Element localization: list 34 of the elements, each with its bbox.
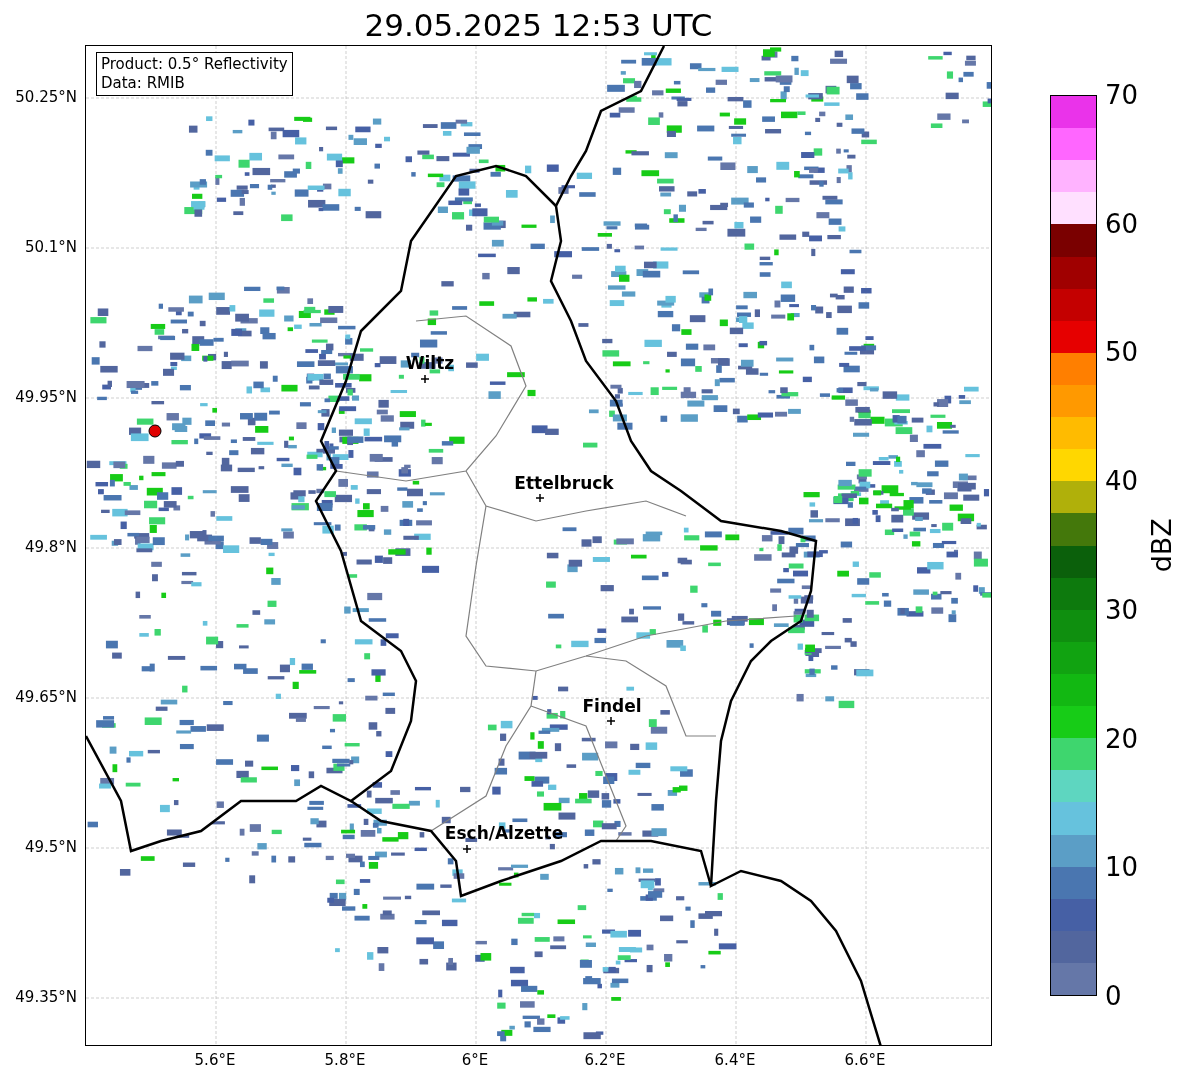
longitude-tick-label: 6°E	[461, 1051, 489, 1069]
colorbar-tick-label: 70	[1105, 80, 1139, 110]
info-text: Data: RMIB	[101, 74, 186, 93]
colorbar-tick-label: 20	[1105, 723, 1139, 754]
colorbar-tick-label: 40	[1105, 466, 1139, 497]
latitude-tick-label: 49.5°N	[24, 838, 77, 856]
longitude-tick-label: 5.8°E	[324, 1051, 366, 1069]
city-label: Ettelbruck	[514, 473, 614, 493]
city-marker-icon	[462, 844, 472, 854]
city-marker-icon	[420, 374, 430, 384]
chart-title: 29.05.2025 12:53 UTC	[364, 6, 713, 45]
latitude-tick-label: 49.35°N	[15, 988, 77, 1006]
latitude-tick-label: 49.8°N	[24, 538, 77, 556]
longitude-tick-label: 6.2°E	[584, 1051, 626, 1069]
colorbar-tick-label: 60	[1105, 208, 1139, 239]
city-marker-icon	[606, 716, 616, 726]
latitude-tick-label: 50.25°N	[15, 88, 77, 106]
info-text: Product: 0.5° Reflectivity	[101, 55, 288, 74]
latitude-tick-label: 49.95°N	[15, 388, 77, 406]
latitude-tick-label: 49.65°N	[15, 688, 77, 706]
city-label: Findel	[582, 696, 642, 716]
latitude-tick-label: 50.1°N	[24, 238, 77, 256]
longitude-tick-label: 6.6°E	[844, 1051, 886, 1069]
colorbar-tick-label: 10	[1105, 852, 1139, 883]
city-label: Esch/Alzette	[444, 823, 564, 843]
city-label: Wiltz	[405, 353, 455, 373]
city-marker-icon	[535, 493, 545, 503]
longitude-tick-label: 5.6°E	[194, 1051, 236, 1069]
radar-site-marker	[148, 424, 162, 438]
colorbar-label: dBZ	[1144, 518, 1178, 573]
longitude-tick-label: 6.4°E	[714, 1051, 756, 1069]
colorbar-tick-label: 50	[1105, 337, 1139, 368]
colorbar-tick-label: 0	[1105, 981, 1122, 1011]
colorbar-tick-label: 30	[1105, 594, 1139, 625]
